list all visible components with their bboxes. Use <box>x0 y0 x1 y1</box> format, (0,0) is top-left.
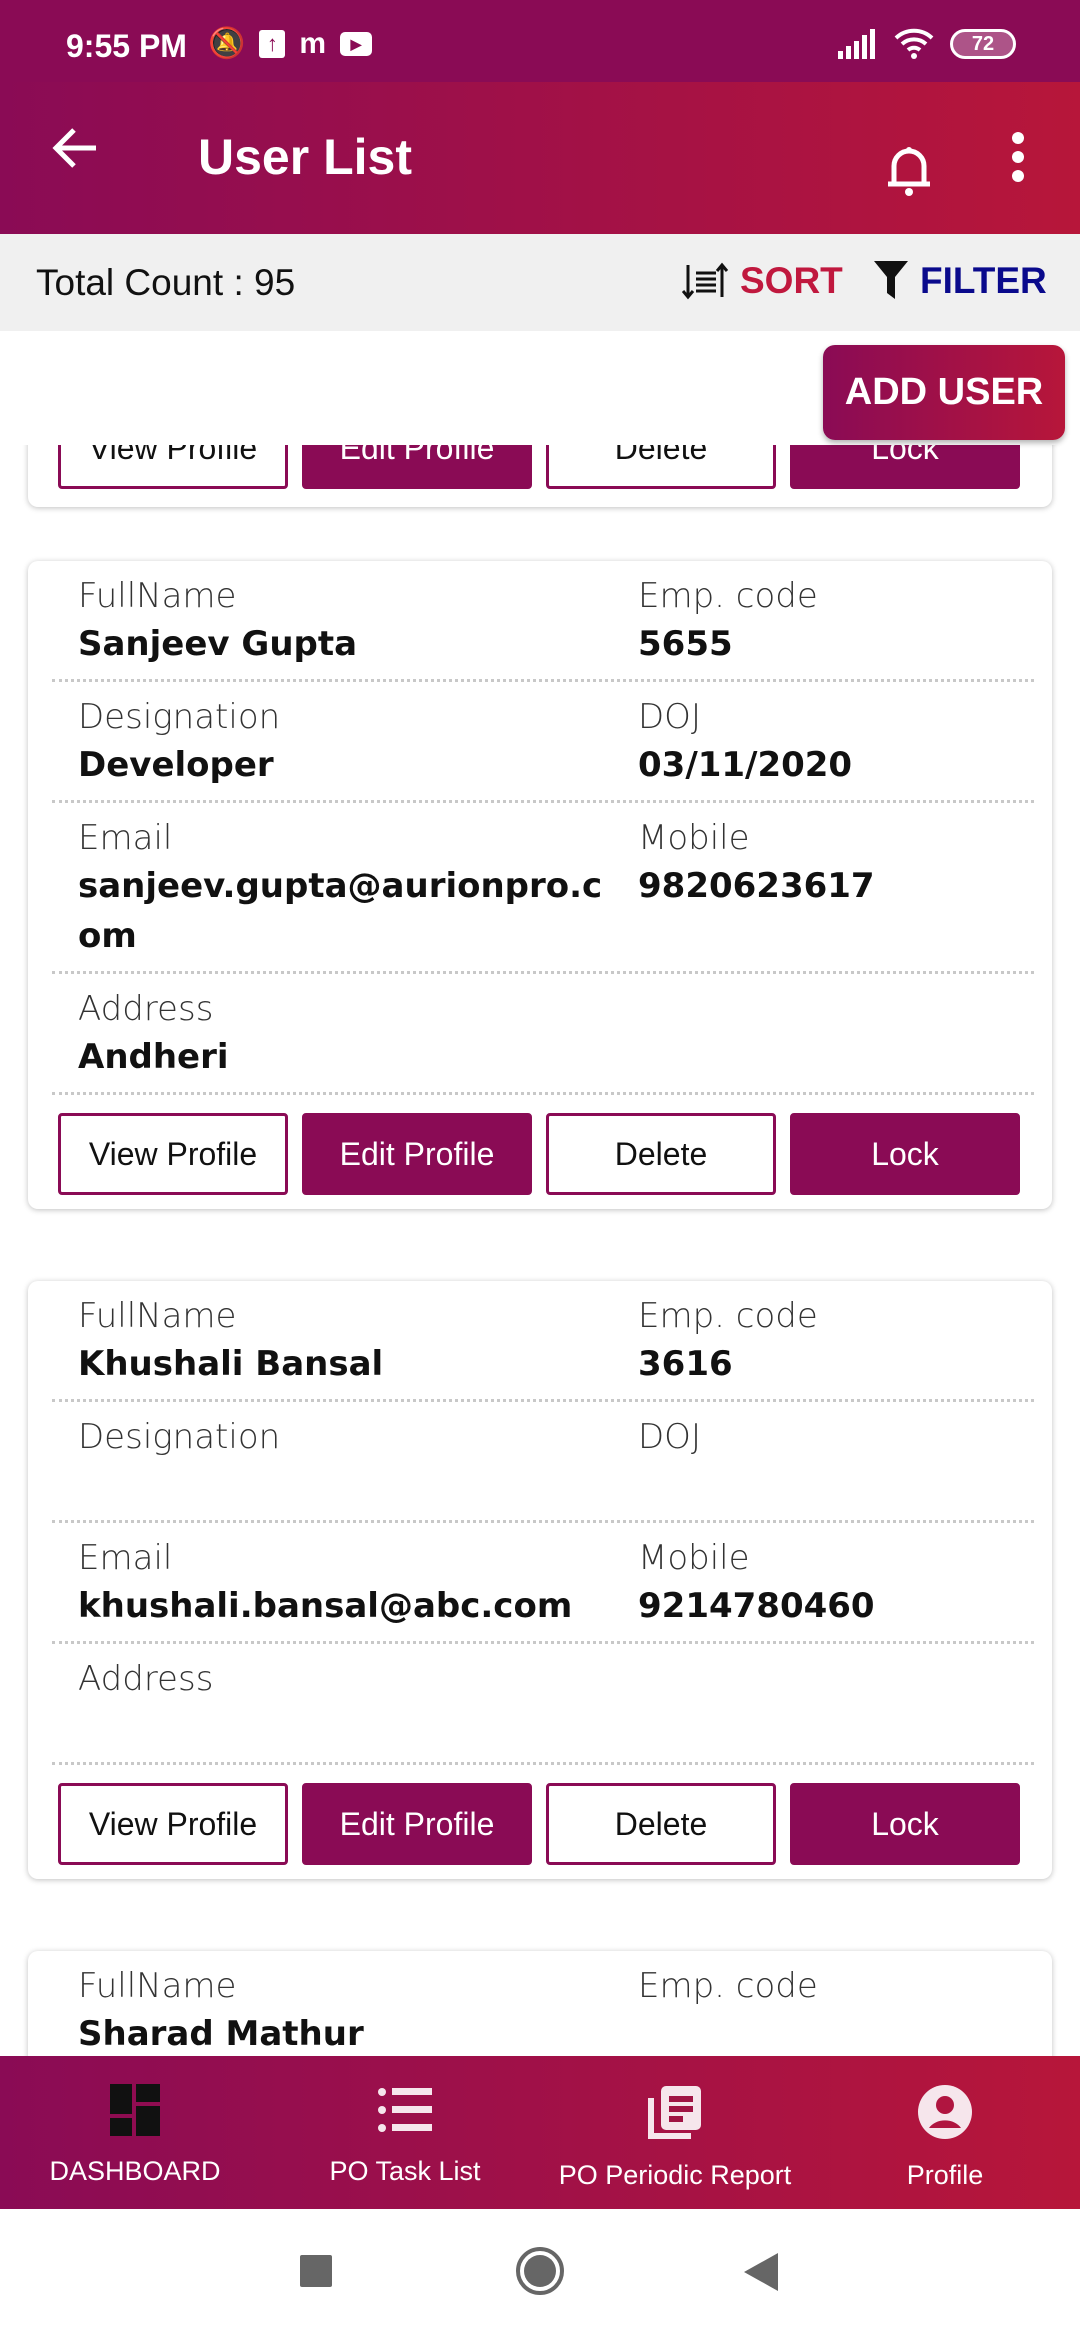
edit-profile-button[interactable]: Edit Profile <box>302 445 532 489</box>
account-circle-icon <box>918 2085 972 2139</box>
nav-dashboard[interactable]: DASHBOARD <box>0 2056 270 2209</box>
fullname-value: Sharad Mathur <box>78 2014 364 2054</box>
emp-code-label: Emp. code <box>638 1296 818 1336</box>
edit-profile-button[interactable]: Edit Profile <box>302 1113 532 1195</box>
m-app-icon: m <box>299 26 327 60</box>
total-count: Total Count : 95 <box>36 262 296 303</box>
doj-label: DOJ <box>638 1417 701 1457</box>
view-profile-button[interactable]: View Profile <box>58 445 288 489</box>
back-button[interactable] <box>744 2253 778 2291</box>
mobile-label: Mobile <box>638 1538 750 1578</box>
filter-button[interactable]: FILTER <box>874 260 1047 302</box>
app-bar: User List <box>0 82 1080 234</box>
delete-button[interactable]: Delete <box>546 1113 776 1195</box>
list-icon <box>378 2088 432 2132</box>
nav-label: DASHBOARD <box>49 2156 221 2186</box>
recents-button[interactable] <box>300 2255 332 2287</box>
report-icon <box>648 2086 701 2139</box>
mute-icon: 🔕 <box>208 27 246 60</box>
view-profile-button[interactable]: View Profile <box>58 1113 288 1195</box>
sort-label: SORT <box>740 260 843 301</box>
user-card: FullName Sanjeev Gupta Emp. code 5655 Desig… <box>28 561 1052 1209</box>
nav-po-task-list[interactable]: PO Task List <box>270 2056 540 2209</box>
mobile-value: 9820623617 <box>638 866 875 906</box>
emp-code-value <box>638 2009 1034 2056</box>
designation-value <box>78 1460 638 1510</box>
lock-button[interactable]: Lock <box>790 445 1020 489</box>
add-user-button[interactable]: ADD USER <box>823 345 1065 440</box>
designation-value: Developer <box>78 745 274 785</box>
view-profile-button[interactable]: View Profile <box>58 1783 288 1865</box>
sort-icon <box>682 262 729 300</box>
bell-icon[interactable] <box>884 142 934 198</box>
edit-profile-button[interactable]: Edit Profile <box>302 1783 532 1865</box>
user-card: FullName Sharad Mathur Emp. code <box>28 1951 1052 2056</box>
system-navigation-bar <box>0 2209 1080 2340</box>
nav-po-periodic-report[interactable]: PO Periodic Report <box>540 2056 810 2209</box>
mobile-label: Mobile <box>638 818 750 858</box>
status-time: 9:55 PM <box>66 28 187 64</box>
address-label: Address <box>78 989 214 1029</box>
youtube-icon: ▶ <box>340 31 373 56</box>
user-list[interactable]: View Profile Edit Profile Delete Lock Fu… <box>0 445 1080 2056</box>
filter-icon <box>874 261 908 299</box>
page-title: User List <box>198 129 412 185</box>
nav-profile[interactable]: Profile <box>810 2056 1080 2209</box>
dashboard-icon <box>110 2084 160 2136</box>
filter-label: FILTER <box>920 260 1047 301</box>
email-label: Email <box>78 818 173 858</box>
wifi-icon <box>894 28 934 59</box>
doj-value: 03/11/2020 <box>638 745 853 785</box>
doj-value <box>638 1460 1034 1510</box>
nav-label: Profile <box>906 2160 984 2190</box>
email-label: Email <box>78 1538 173 1578</box>
status-bar: 9:55 PM 🔕 ↑ m ▶ 72 <box>0 0 1080 82</box>
email-value: khushali.bansal@abc.com <box>78 1586 573 1626</box>
delete-button[interactable]: Delete <box>546 445 776 489</box>
battery-icon: 72 <box>950 29 1016 59</box>
address-label: Address <box>78 1659 214 1699</box>
user-card: View Profile Edit Profile Delete Lock <box>28 445 1052 507</box>
emp-code-label: Emp. code <box>638 1966 818 2006</box>
more-vert-icon[interactable] <box>1006 132 1030 182</box>
sort-button[interactable]: SORT <box>682 260 843 302</box>
signal-icon <box>838 29 875 59</box>
fullname-label: FullName <box>78 1966 237 2006</box>
fullname-label: FullName <box>78 576 237 616</box>
emp-code-value: 3616 <box>638 1344 733 1384</box>
fullname-label: FullName <box>78 1296 237 1336</box>
home-button[interactable] <box>516 2247 564 2295</box>
designation-label: Designation <box>78 1417 281 1457</box>
upload-icon: ↑ <box>259 29 286 58</box>
address-value: Andheri <box>78 1037 229 1077</box>
fullname-value: Sanjeev Gupta <box>78 624 358 664</box>
fullname-value: Khushali Bansal <box>78 1344 384 1384</box>
delete-button[interactable]: Delete <box>546 1783 776 1865</box>
mobile-value: 9214780460 <box>638 1586 875 1626</box>
doj-label: DOJ <box>638 697 701 737</box>
emp-code-value: 5655 <box>638 624 733 664</box>
back-arrow-icon[interactable] <box>50 126 100 170</box>
bottom-navigation: DASHBOARD PO Task List PO Periodic Repor… <box>0 2056 1080 2209</box>
emp-code-label: Emp. code <box>638 576 818 616</box>
list-toolbar: Total Count : 95 SORT FILTER <box>0 234 1080 331</box>
address-value <box>78 1702 638 1752</box>
designation-label: Designation <box>78 697 281 737</box>
email-value: sanjeev.gupta@aurionpro.com <box>78 866 603 956</box>
user-card: FullName Khushali Bansal Emp. code 3616 Des… <box>28 1281 1052 1879</box>
nav-label: PO Task List <box>329 2156 481 2186</box>
nav-label: PO Periodic Report <box>558 2160 792 2190</box>
lock-button[interactable]: Lock <box>790 1783 1020 1865</box>
lock-button[interactable]: Lock <box>790 1113 1020 1195</box>
